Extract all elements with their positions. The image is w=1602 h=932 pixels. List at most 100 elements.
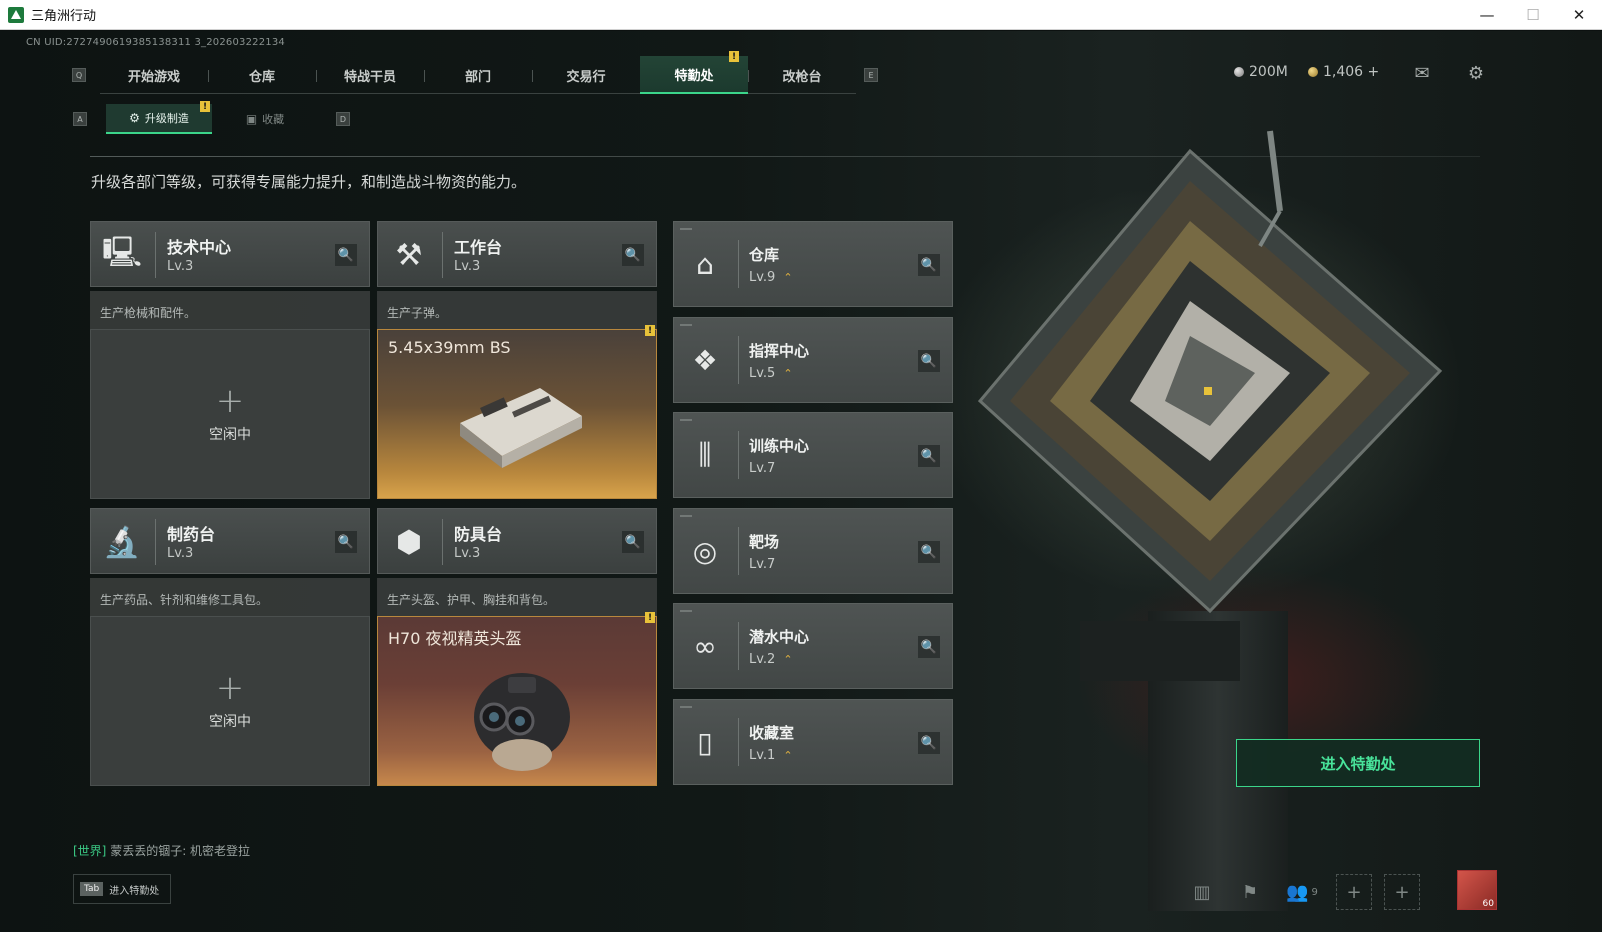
workstation-level: Lv.3 bbox=[454, 259, 481, 274]
department-name: 靶场 bbox=[749, 533, 780, 551]
department-name: 仓库 bbox=[749, 246, 780, 264]
search-icon[interactable]: 🔍 bbox=[335, 531, 357, 553]
gold-currency[interactable]: 1,406 + bbox=[1308, 64, 1379, 80]
department-command-center[interactable]: ❖ 指挥中心 Lv.5 ⌃ 🔍 bbox=[673, 317, 953, 403]
department-level-row: Lv.5 ⌃ bbox=[749, 366, 793, 381]
workstation-pharmacy: 🔬 制药台 Lv.3 🔍 生产药品、针剂和维修工具包。 + 空闲中 bbox=[90, 508, 370, 786]
subtab-collection[interactable]: ▣ 收藏 bbox=[212, 104, 318, 134]
people-icon: 👥 bbox=[1286, 881, 1309, 903]
minimize-button[interactable]: — bbox=[1464, 0, 1510, 30]
boxes-icon: ⬢ bbox=[395, 524, 423, 560]
nav-start-game[interactable]: 开始游戏 bbox=[100, 56, 208, 94]
silver-currency: 200M bbox=[1234, 64, 1288, 80]
workstation-name: 工作台 bbox=[454, 238, 503, 257]
idle-slot[interactable]: + 空闲中 bbox=[90, 329, 370, 499]
workstation-desc: 生产枪械和配件。 bbox=[90, 291, 370, 329]
workstation-header[interactable]: 🖳 技术中心 Lv.3 🔍 bbox=[90, 221, 370, 287]
nav-department[interactable]: 部门 bbox=[424, 56, 532, 94]
search-icon[interactable]: 🔍 bbox=[918, 732, 940, 754]
tab-shortcut-hint[interactable]: Tab 进入特勤处 bbox=[73, 874, 171, 904]
party-count: 9 bbox=[1311, 886, 1318, 898]
target-icon: ◎ bbox=[692, 534, 718, 568]
mail-icon[interactable]: ✉ bbox=[1411, 62, 1433, 84]
department-collection-room[interactable]: ▯ 收藏室 Lv.1 ⌃ 🔍 bbox=[673, 699, 953, 785]
department-level: Lv.7 bbox=[749, 461, 776, 476]
production-slot[interactable]: H70 夜视精英头盔 bbox=[377, 616, 657, 786]
chat-line[interactable]: [世界] 蒙丢丢的锢子: 机密老登拉 bbox=[73, 842, 250, 859]
search-icon[interactable]: 🔍 bbox=[918, 636, 940, 658]
production-slot[interactable]: 5.45x39mm BS bbox=[377, 329, 657, 499]
department-level: Lv.2 bbox=[749, 652, 776, 667]
department-name: 指挥中心 bbox=[749, 342, 810, 360]
department-level: Lv.1 bbox=[749, 748, 776, 763]
production-badge: ! bbox=[645, 612, 655, 623]
add-member-button[interactable]: + bbox=[1336, 874, 1372, 910]
craft-gear-icon: ⚙ bbox=[129, 111, 140, 125]
search-icon[interactable]: 🔍 bbox=[622, 531, 644, 553]
close-button[interactable]: ✕ bbox=[1556, 0, 1602, 30]
workstation-name: 防具台 bbox=[454, 525, 503, 544]
subtab-upgrade-craft-label: 升级制造 bbox=[144, 112, 189, 125]
add-member-button[interactable]: + bbox=[1384, 874, 1420, 910]
idle-label: 空闲中 bbox=[209, 427, 251, 443]
workstation-name: 制药台 bbox=[167, 525, 216, 544]
upgrade-arrow-icon: ⌃ bbox=[783, 271, 793, 284]
department-shooting-range[interactable]: ◎ 靶场 Lv.7 🔍 bbox=[673, 508, 953, 594]
ammo-box-image bbox=[460, 388, 582, 468]
workstation-workbench: ⚒ 工作台 Lv.3 🔍 生产子弹。 5.45x39mm BS ! bbox=[377, 221, 657, 499]
party-members[interactable]: 👥 9 bbox=[1280, 874, 1324, 910]
avatar[interactable]: 60 bbox=[1457, 870, 1497, 910]
gold-coin-icon bbox=[1308, 67, 1318, 77]
subtab-collection-label: 收藏 bbox=[262, 113, 285, 126]
department-level: Lv.7 bbox=[749, 557, 776, 572]
department-level-row: Lv.2 ⌃ bbox=[749, 652, 793, 667]
page-description: 升级各部门等级，可获得专属能力提升，和制造战斗物资的能力。 bbox=[91, 173, 527, 191]
silver-amount: 200M bbox=[1249, 64, 1288, 80]
workstation-level: Lv.3 bbox=[167, 546, 194, 561]
subtab-next-key[interactable]: D bbox=[336, 112, 350, 126]
workstation-header[interactable]: 🔬 制药台 Lv.3 🔍 bbox=[90, 508, 370, 574]
search-icon[interactable]: 🔍 bbox=[918, 350, 940, 372]
nav-special-ops-label: 特勤处 bbox=[674, 68, 714, 84]
department-warehouse[interactable]: ⌂ 仓库 Lv.9 ⌃ 🔍 bbox=[673, 221, 953, 307]
product-name: H70 夜视精英头盔 bbox=[388, 629, 522, 648]
search-icon[interactable]: 🔍 bbox=[918, 541, 940, 563]
nav-warehouse[interactable]: 仓库 bbox=[208, 56, 316, 94]
workstation-tech-center: 🖳 技术中心 Lv.3 🔍 生产枪械和配件。 + 空闲中 bbox=[90, 221, 370, 499]
silver-coin-icon bbox=[1234, 67, 1244, 77]
gear-icon[interactable]: ⚙ bbox=[1465, 62, 1487, 84]
department-diving-center[interactable]: ∞ 潜水中心 Lv.2 ⌃ 🔍 bbox=[673, 603, 953, 689]
search-icon[interactable]: 🔍 bbox=[335, 244, 357, 266]
search-icon[interactable]: 🔍 bbox=[622, 244, 644, 266]
nav-next-key[interactable]: E bbox=[864, 68, 878, 82]
subtabs: ⚙ 升级制造 ▣ 收藏 bbox=[106, 104, 318, 134]
upgrade-arrow-icon: ⌃ bbox=[783, 749, 793, 762]
maximize-button[interactable]: ☐ bbox=[1510, 0, 1556, 30]
workstation-desc: 生产头盔、护甲、胸挂和背包。 bbox=[377, 578, 657, 616]
flag-icon[interactable]: ⚑ bbox=[1232, 874, 1268, 910]
microscope-icon: 🔬 bbox=[103, 524, 141, 560]
app-logo-icon bbox=[8, 6, 24, 23]
production-badge: ! bbox=[645, 325, 655, 336]
workstation-header[interactable]: ⬢ 防具台 Lv.3 🔍 bbox=[377, 508, 657, 574]
stats-chart-icon[interactable]: ▥ bbox=[1184, 874, 1220, 910]
tab-hint-label: 进入特勤处 bbox=[109, 885, 160, 897]
nav-trading[interactable]: 交易行 bbox=[532, 56, 640, 94]
avatar-level: 60 bbox=[1482, 899, 1494, 909]
nav-operators[interactable]: 特战干员 bbox=[316, 56, 424, 94]
search-icon[interactable]: 🔍 bbox=[918, 445, 940, 467]
department-training-center[interactable]: ⫼ 训练中心 Lv.7 🔍 bbox=[673, 412, 953, 498]
upgrade-arrow-icon: ⌃ bbox=[783, 367, 793, 380]
collection-icon: ▯ bbox=[697, 725, 713, 759]
nav-prev-key[interactable]: Q bbox=[72, 68, 86, 82]
subtab-prev-key[interactable]: A bbox=[73, 112, 87, 126]
search-icon[interactable]: 🔍 bbox=[918, 254, 940, 276]
game-viewport: CN UID:2727490619385138311 3_20260322213… bbox=[0, 31, 1602, 932]
workstation-header[interactable]: ⚒ 工作台 Lv.3 🔍 bbox=[377, 221, 657, 287]
idle-slot[interactable]: + 空闲中 bbox=[90, 616, 370, 786]
subtab-upgrade-craft[interactable]: ⚙ 升级制造 bbox=[106, 104, 212, 134]
nav-gunsmith[interactable]: 改枪台 bbox=[748, 56, 856, 94]
department-level: Lv.5 bbox=[749, 366, 776, 381]
window-controls: — ☐ ✕ bbox=[1464, 0, 1602, 30]
enter-special-ops-button[interactable]: 进入特勤处 bbox=[1236, 739, 1480, 787]
